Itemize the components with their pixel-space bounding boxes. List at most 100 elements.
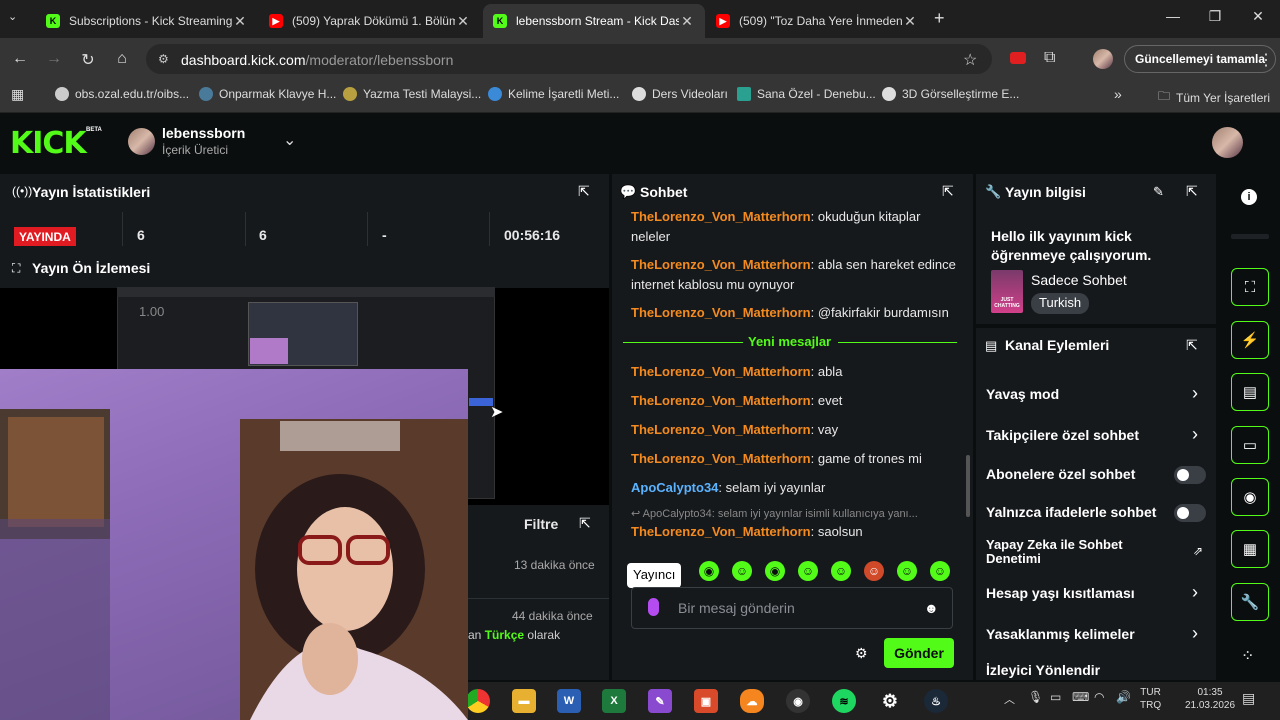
chat-username[interactable]: TheLorenzo_Von_Matterhorn (631, 451, 811, 466)
close-tab-icon[interactable]: ✕ (455, 13, 471, 30)
action-raid[interactable]: İzleyici Yönlendir (986, 662, 1206, 678)
chat-username[interactable]: TheLorenzo_Von_Matterhorn (631, 209, 811, 224)
reload-icon[interactable]: ↻ (78, 50, 98, 70)
url-text[interactable]: dashboard.kick.com/moderator/lebenssborn (181, 52, 453, 68)
emote-icon[interactable]: ☺ (864, 561, 884, 581)
action-banned-words[interactable]: Yasaklanmış kelimeler (986, 626, 1206, 642)
emote-icon[interactable]: ☺ (798, 561, 818, 581)
extension-record-icon[interactable] (1010, 52, 1026, 64)
forward-icon[interactable]: → (44, 50, 64, 68)
chat-message[interactable]: TheLorenzo_Von_Matterhorn: evet (631, 391, 956, 411)
bookmark-item[interactable]: Sana Özel - Denebu... (737, 87, 876, 101)
back-icon[interactable]: ← (10, 50, 30, 68)
chat-username[interactable]: TheLorenzo_Von_Matterhorn (631, 305, 811, 320)
lightning-icon[interactable]: ⚡ (1231, 321, 1269, 359)
emote-icon[interactable]: ☺ (831, 561, 851, 581)
wrench-toggle-icon[interactable]: 🔧 (1231, 583, 1269, 621)
chevron-right-icon[interactable]: › (1192, 623, 1198, 644)
chat-message[interactable]: TheLorenzo_Von_Matterhorn: abla sen hare… (631, 255, 956, 295)
activity-popout-icon[interactable]: ⇱ (579, 515, 591, 532)
broadcast-toggle-icon[interactable]: ◉ (1231, 478, 1269, 516)
browser-tab-3-active[interactable]: K lebenssborn Stream - Kick Dash ✕ (483, 4, 705, 38)
close-tab-icon[interactable]: ✕ (232, 13, 248, 30)
home-icon[interactable]: ⌂ (112, 50, 132, 68)
emote-icon[interactable]: ◉ (699, 561, 719, 581)
tray-chevron-icon[interactable]: ︿ (1004, 691, 1015, 707)
user-avatar[interactable] (1212, 127, 1243, 158)
browser-tab-1[interactable]: K Subscriptions - Kick Streaming ✕ (36, 4, 258, 38)
emote-icon[interactable]: ☺ (897, 561, 917, 581)
category-name[interactable]: Sadece Sohbet (1031, 272, 1127, 288)
notes-app-icon[interactable]: ✎ (648, 689, 672, 713)
actions-popout-icon[interactable]: ⇱ (1186, 337, 1198, 354)
menu-dots-icon[interactable]: ⋮ (1258, 50, 1274, 70)
bookmark-star-icon[interactable]: ☆ (963, 50, 977, 70)
layout-icon[interactable]: ▦ (1231, 530, 1269, 568)
more-bookmarks-icon[interactable]: » (1114, 86, 1122, 102)
channel-avatar[interactable] (128, 128, 155, 155)
send-button[interactable]: Gönder (884, 638, 954, 668)
excel-icon[interactable]: X (602, 689, 626, 713)
info-popout-icon[interactable]: ⇱ (1186, 183, 1198, 200)
apps-grid-icon[interactable]: ▦ (11, 86, 24, 103)
chat-message[interactable]: TheLorenzo_Von_Matterhorn: game of trone… (631, 449, 956, 469)
emote-icon[interactable]: ☺ (732, 561, 752, 581)
external-link-icon[interactable]: ⇗ (1193, 544, 1203, 558)
restore-icon[interactable]: ❐ (1205, 8, 1225, 25)
site-info-icon[interactable]: ⚙ (158, 52, 169, 66)
emote-icon[interactable]: ◉ (765, 561, 785, 581)
input-language[interactable]: TUR TRQ (1140, 686, 1161, 712)
bookmark-item[interactable]: Kelime İşaretli Meti... (488, 87, 619, 101)
notifications-icon[interactable]: ▤ (1242, 690, 1255, 707)
close-tab-icon[interactable]: ✕ (902, 13, 918, 30)
action-slow-mode[interactable]: Yavaş mod (986, 386, 1206, 402)
chat-message[interactable]: TheLorenzo_Von_Matterhorn: abla (631, 362, 956, 382)
popout-icon[interactable]: ⇱ (578, 183, 590, 200)
chat-username[interactable]: TheLorenzo_Von_Matterhorn (631, 393, 811, 408)
browser-tab-4[interactable]: ▶ (509) "Toz Daha Yere İnmeden ✕ (706, 4, 928, 38)
chat-settings-gear-icon[interactable]: ⚙ (855, 645, 868, 662)
wifi-icon[interactable]: ◠ (1094, 690, 1104, 704)
action-followers-only[interactable]: Takipçilere özel sohbet (986, 427, 1206, 443)
chat-username[interactable]: TheLorenzo_Von_Matterhorn (631, 257, 811, 272)
soundcloud-icon[interactable]: ☁ (740, 689, 764, 713)
file-explorer-icon[interactable]: ▬ (512, 689, 536, 713)
spotify-icon[interactable]: ≋ (832, 689, 856, 713)
extensions-icon[interactable]: ⧉ (1044, 49, 1055, 67)
chat-message[interactable]: TheLorenzo_Von_Matterhorn: vay (631, 420, 956, 440)
channel-name[interactable]: lebenssborn (162, 125, 245, 141)
battery-icon[interactable]: ▭ (1050, 690, 1061, 704)
steam-icon[interactable]: ♨ (924, 689, 948, 713)
word-icon[interactable]: W (557, 689, 581, 713)
chat-message[interactable]: TheLorenzo_Von_Matterhorn: okuduğun kita… (631, 207, 956, 247)
profile-avatar[interactable] (1093, 49, 1113, 69)
language-tag[interactable]: Turkish (1031, 293, 1090, 314)
kick-logo[interactable]: KICK (10, 126, 87, 161)
bookmark-item[interactable]: 3D Görselleştirme E... (882, 87, 1019, 101)
close-tab-icon[interactable]: ✕ (679, 13, 695, 30)
info-icon[interactable]: i (1241, 189, 1257, 205)
all-bookmarks-button[interactable]: 🗀 Tüm Yer İşaretleri (1158, 87, 1270, 108)
clock[interactable]: 01:35 21.03.2026 (1175, 686, 1245, 712)
chrome-taskbar-icon[interactable] (466, 689, 490, 713)
chat-username[interactable]: TheLorenzo_Von_Matterhorn (631, 524, 811, 539)
network-icon[interactable]: ⌨ (1072, 690, 1089, 704)
chat-icon[interactable]: ▭ (1231, 426, 1269, 464)
app-icon[interactable]: ▣ (694, 689, 718, 713)
channel-switch-chevron-icon[interactable]: ⌄ (283, 130, 296, 150)
bookmark-item[interactable]: obs.ozal.edu.tr/oibs... (55, 87, 189, 101)
chat-username[interactable]: TheLorenzo_Von_Matterhorn (631, 422, 811, 437)
chat-popout-icon[interactable]: ⇱ (942, 183, 954, 200)
chat-scrollbar[interactable] (966, 455, 970, 517)
chat-username[interactable]: ApoCalypto34 (631, 480, 718, 495)
settings-gear-icon[interactable]: ⚙ (878, 689, 902, 713)
preview-toggle-icon[interactable]: ⛶ (1231, 268, 1269, 306)
chat-message[interactable]: TheLorenzo_Von_Matterhorn: @fakirfakir b… (631, 303, 956, 323)
bookmark-item[interactable]: Yazma Testi Malaysi... (343, 87, 481, 101)
notes-icon[interactable]: ▤ (1231, 373, 1269, 411)
obs-icon[interactable]: ◉ (786, 689, 810, 713)
close-window-icon[interactable]: ✕ (1248, 8, 1268, 25)
chevron-right-icon[interactable]: › (1192, 582, 1198, 603)
edit-pencil-icon[interactable]: ✎ (1153, 184, 1164, 200)
bookmark-item[interactable]: Ders Videoları (632, 87, 728, 101)
